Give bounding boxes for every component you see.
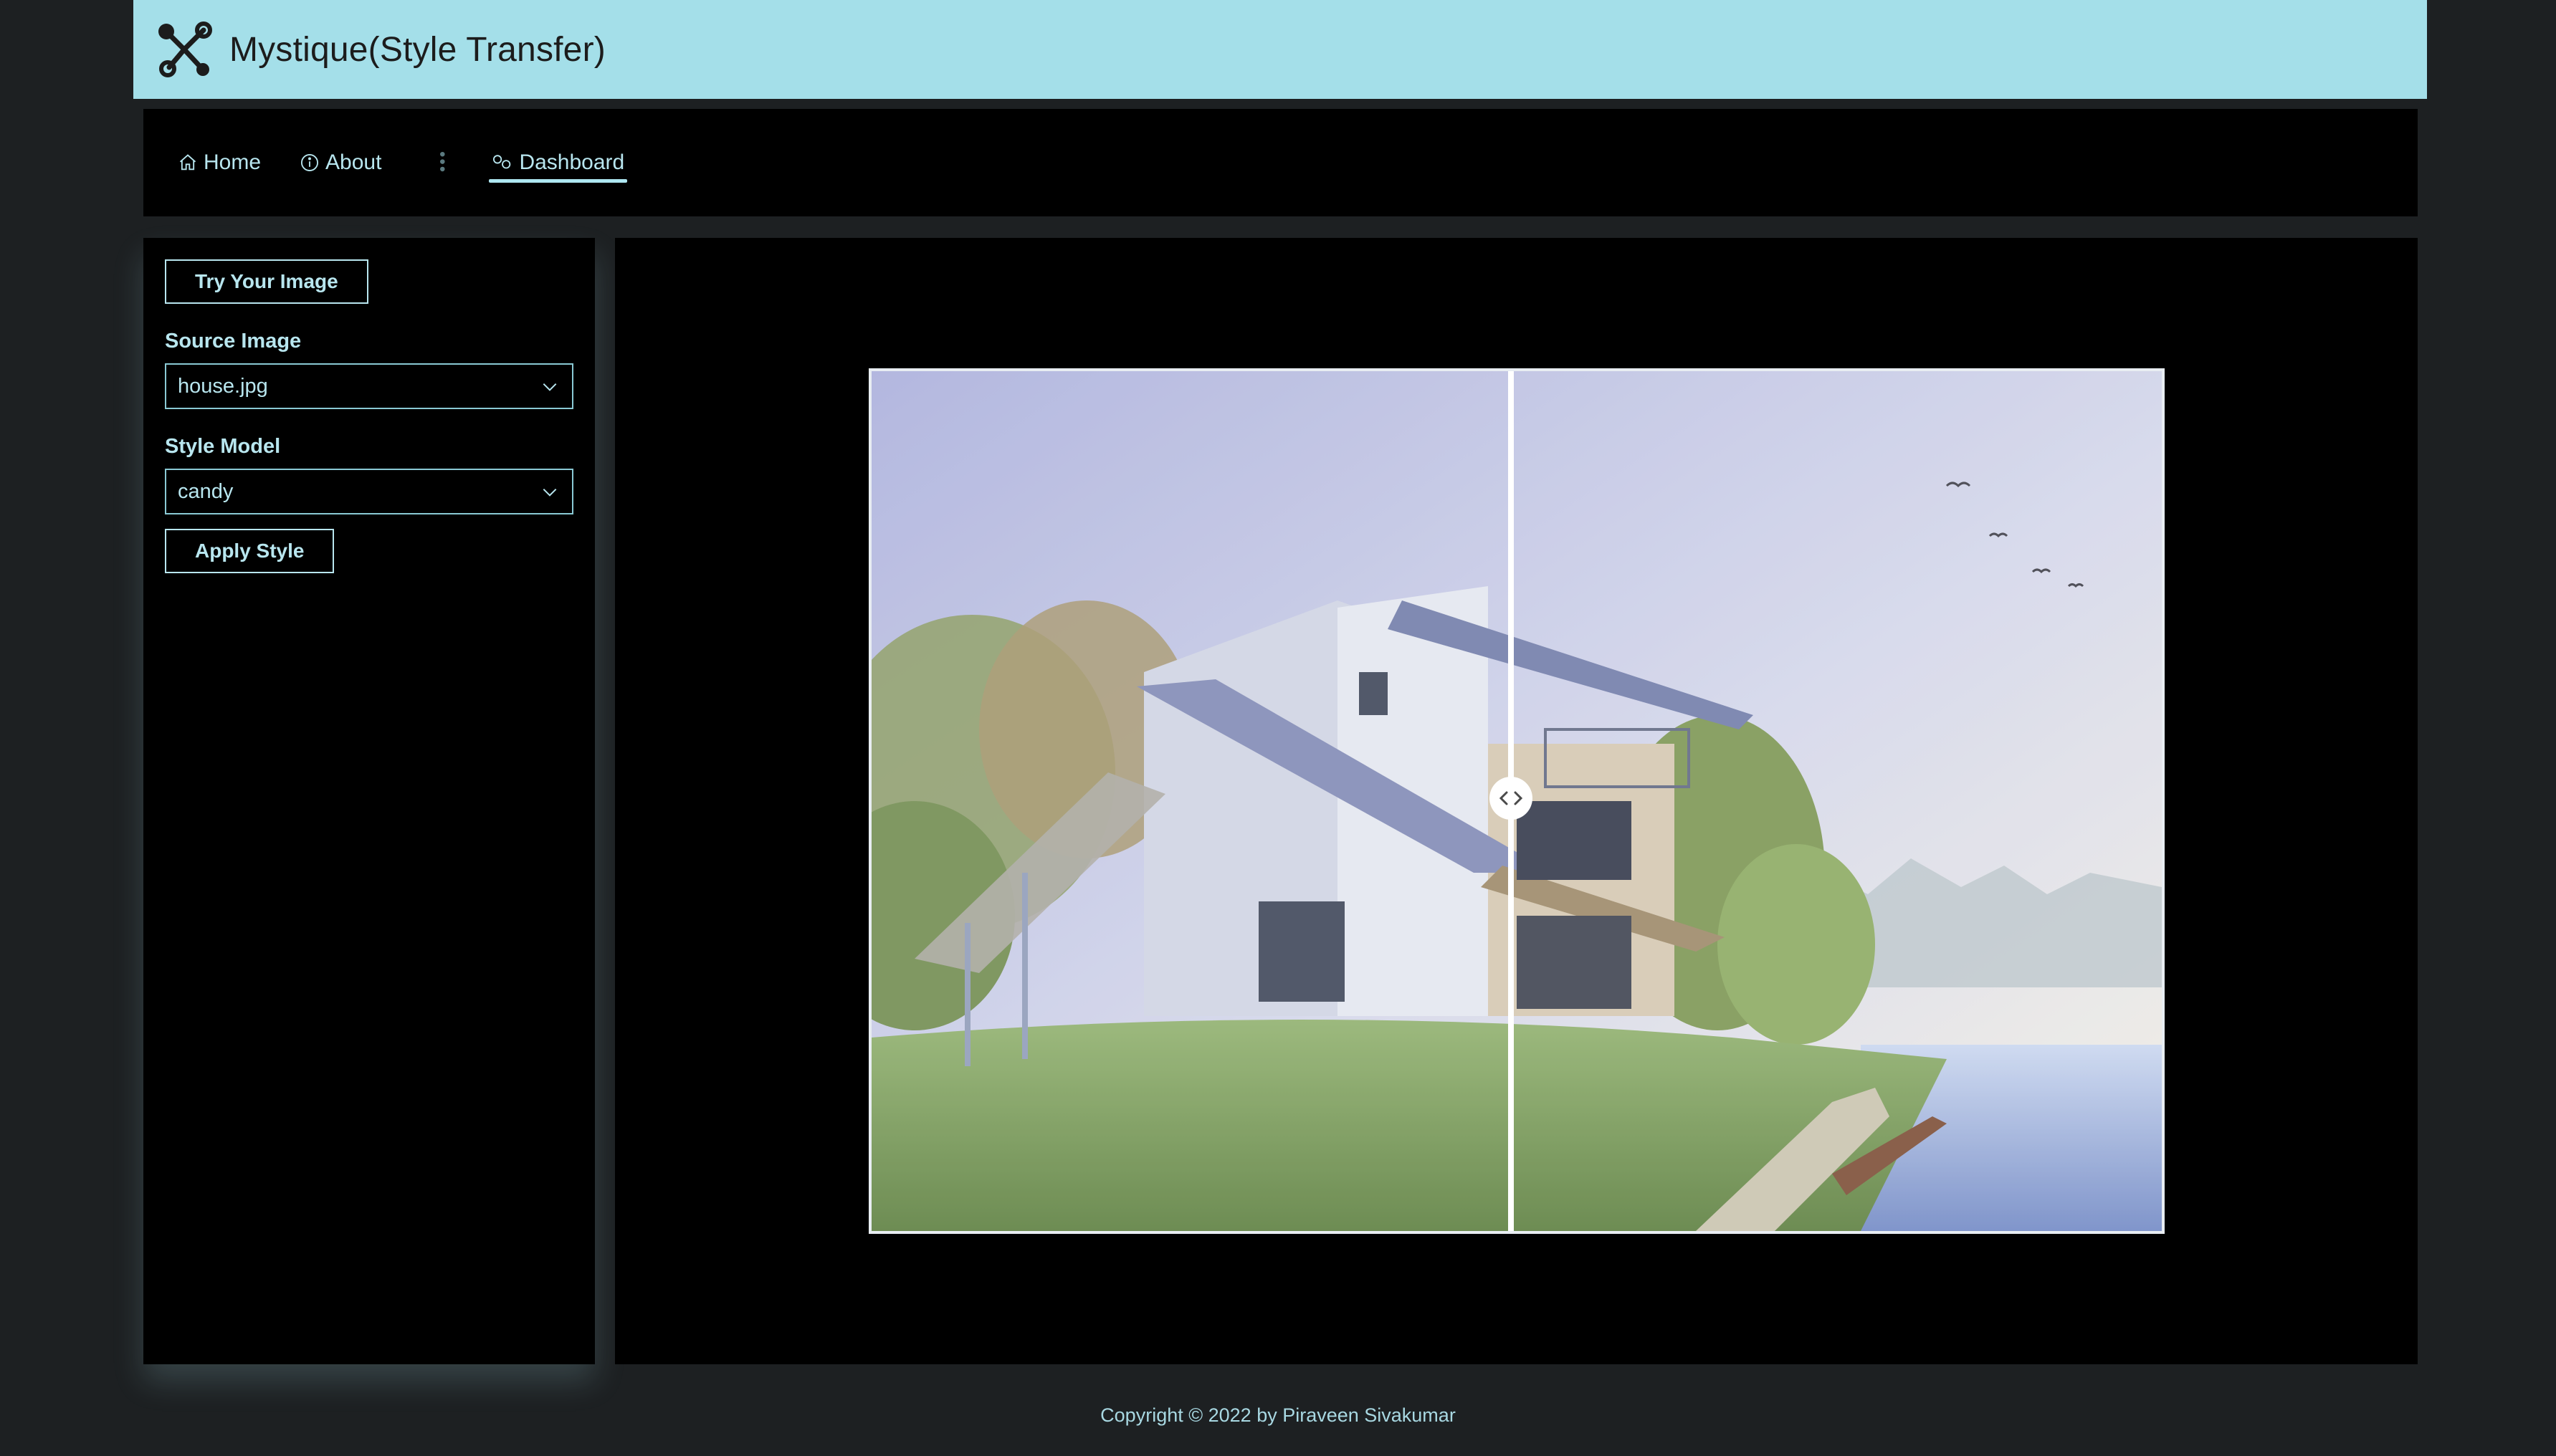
chevron-down-icon [543,383,557,391]
compare-handle[interactable] [1489,777,1532,820]
nav-item-dashboard[interactable]: Dashboard [489,120,627,206]
control-sidebar: Try Your Image Source Image house.jpg St… [143,238,595,1364]
source-image-label: Source Image [165,330,302,353]
nav-item-home[interactable]: Home [178,120,261,206]
nav-item-about[interactable]: About [300,120,381,206]
compare-arrows-icon [1499,791,1523,805]
dashboard-icon [493,155,511,169]
footer-copyright: Copyright © 2022 by Piraveen Sivakumar [1100,1404,1456,1426]
graph-nodes-icon[interactable] [153,19,215,80]
nav-item-dashboard-label: Dashboard [519,150,625,174]
nav-bar: Home About ••• Dashboard [143,109,2418,216]
chevron-down-icon [543,488,557,497]
style-model-label: Style Model [165,435,281,458]
info-icon [301,153,319,172]
try-your-image-button[interactable]: Try Your Image [165,259,368,304]
nav-item-about-label: About [325,150,382,174]
nav-overflow-icon[interactable]: ••• [431,151,452,173]
source-image-value: house.jpg [178,374,268,398]
home-icon [179,154,196,171]
main-panel [615,238,2418,1364]
app-header: Mystique(Style Transfer) [133,0,2427,99]
apply-style-button[interactable]: Apply Style [165,529,335,573]
nav-item-home-label: Home [204,150,262,174]
source-image-select[interactable]: house.jpg [165,363,573,409]
image-compare-slider[interactable] [869,368,2165,1234]
app-title: Mystique(Style Transfer) [229,30,606,69]
style-model-value: candy [178,479,234,503]
style-model-select[interactable]: candy [165,469,573,514]
